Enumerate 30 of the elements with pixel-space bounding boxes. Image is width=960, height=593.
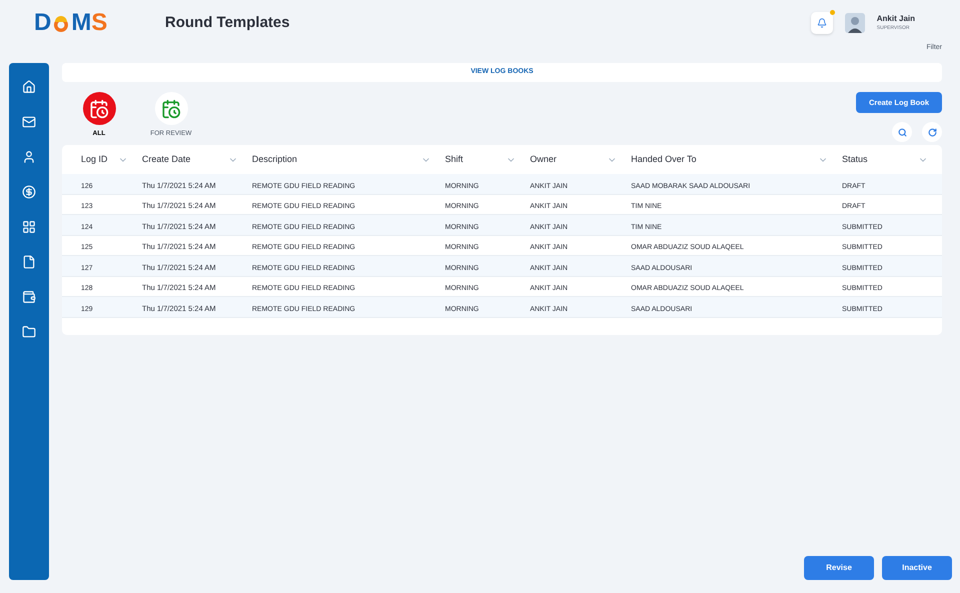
file-icon[interactable]: [22, 255, 36, 269]
refresh-icon: [928, 128, 936, 136]
column-header[interactable]: Shift: [445, 152, 464, 166]
dollar-icon[interactable]: [22, 185, 36, 199]
column-header[interactable]: Create Date: [142, 152, 191, 166]
search-button[interactable]: [892, 122, 912, 142]
notification-button[interactable]: [810, 12, 833, 34]
logo-letter: D: [34, 11, 52, 35]
user-icon[interactable]: [22, 150, 36, 164]
column-header[interactable]: Log ID: [81, 152, 108, 166]
wallet-icon[interactable]: [22, 290, 36, 304]
mail-icon[interactable]: [22, 115, 36, 129]
user-name: Ankit Jain: [876, 13, 915, 26]
footer-button[interactable]: Inactive: [882, 556, 952, 580]
bell-icon: [816, 18, 827, 28]
home-icon[interactable]: [22, 80, 36, 94]
folder-icon[interactable]: [22, 325, 36, 339]
refresh-button[interactable]: [922, 122, 942, 142]
column-header[interactable]: Owner: [530, 152, 557, 166]
search-icon: [898, 128, 906, 136]
footer-button[interactable]: Revise: [804, 556, 874, 580]
grid-icon[interactable]: [22, 220, 36, 234]
avatar-icon: [844, 13, 865, 33]
page-title: Round Templates: [165, 12, 290, 33]
logo-letters: MS: [71, 11, 108, 35]
column-header[interactable]: Handed Over To: [631, 152, 696, 166]
column-header[interactable]: Description: [252, 152, 298, 166]
column-header[interactable]: Status: [842, 152, 868, 166]
calendar-clock-icon: [154, 92, 188, 125]
calendar-clock-icon: [82, 92, 116, 125]
